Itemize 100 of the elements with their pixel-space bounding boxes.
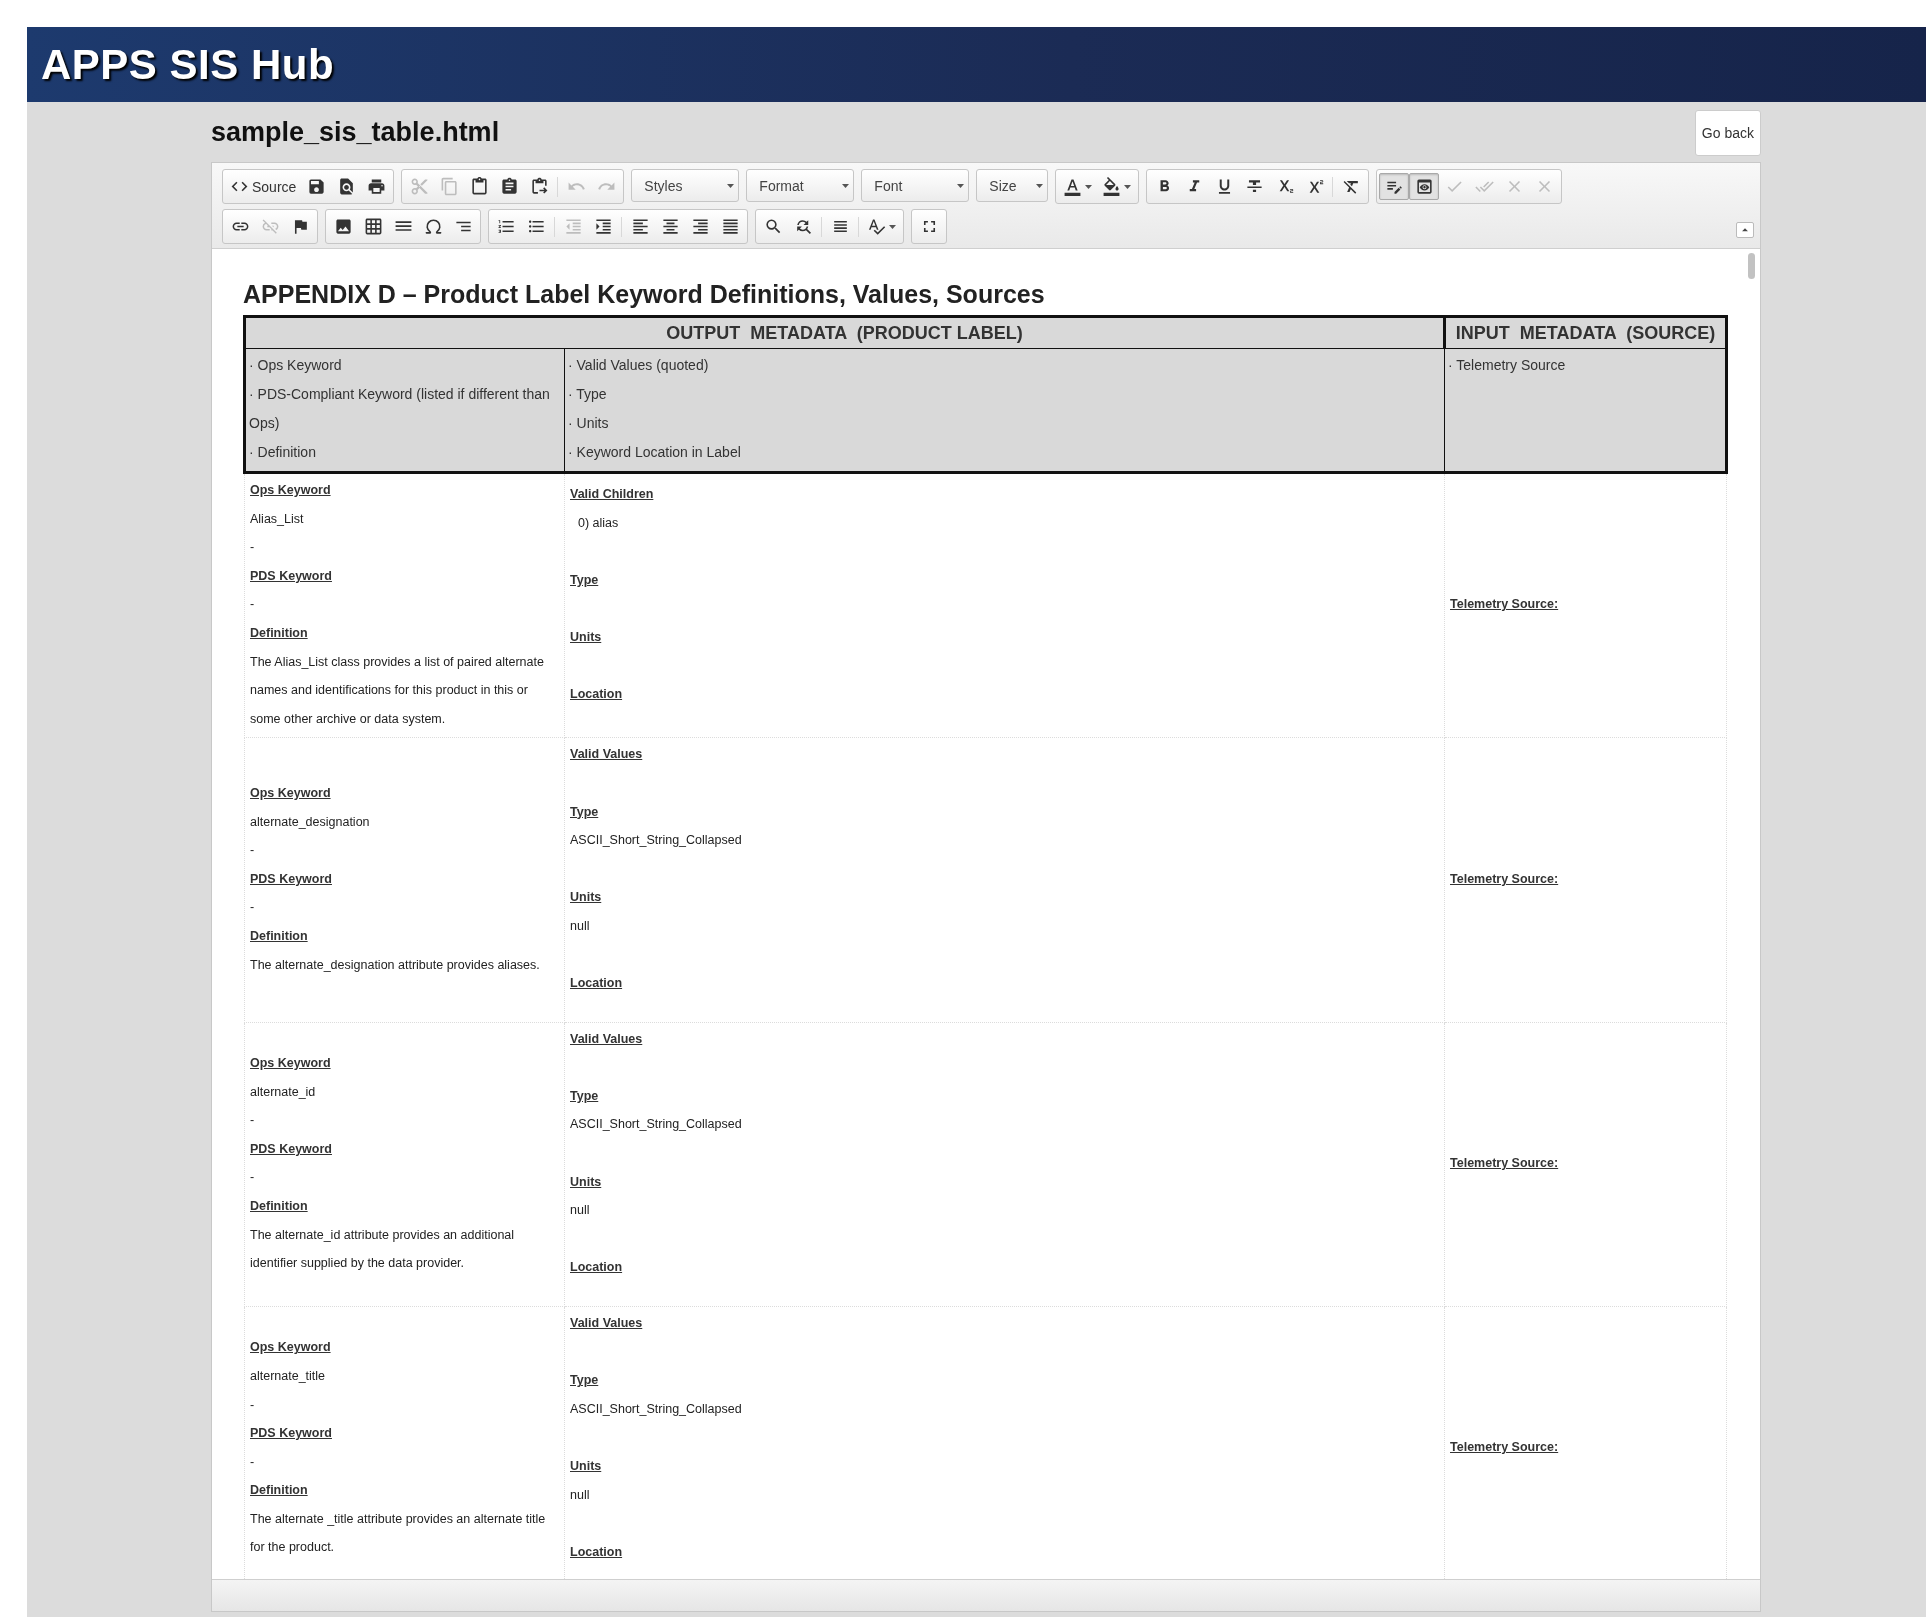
field-label: Definition (250, 1197, 309, 1215)
justify-icon (720, 217, 740, 236)
field-label: PDS Keyword (250, 870, 333, 888)
field-value: - (250, 1453, 256, 1471)
toolbar-dropdown[interactable]: Styles (631, 169, 740, 202)
field-label: Ops Keyword (250, 1339, 332, 1357)
spellcheck-icon (867, 217, 886, 236)
field-value: The Alias_List class provides a list of paired alternate names and identifications for this product in this or some other archive or data system. (250, 653, 545, 728)
field-value: The alternate_designation attribute provides aliases. (250, 956, 541, 974)
scrollbar-thumb[interactable] (1748, 253, 1755, 279)
field-label: Type (570, 1372, 600, 1390)
toolbar-dropdown[interactable]: Size (976, 169, 1049, 202)
legend-text: · Valid Values (quoted) (568, 356, 710, 375)
caret-icon (842, 183, 850, 188)
paste-word-icon (529, 177, 549, 196)
back-button[interactable]: Go back (1694, 110, 1761, 156)
field-value: 0) alias (577, 514, 620, 532)
numbered-list-icon (496, 217, 516, 236)
text-color-icon (1063, 177, 1083, 196)
field-value: - (250, 1112, 256, 1130)
field-label: Units (570, 889, 603, 907)
file-name: sample_sis_table.html (211, 116, 500, 148)
field-label: Location (570, 1543, 624, 1561)
source-label: Telemetry Source: (1450, 1155, 1560, 1173)
field-label: Units (570, 1458, 603, 1475)
image-icon (333, 217, 353, 236)
field-label: Units (570, 629, 603, 647)
indent-icon (593, 217, 613, 236)
field-label: Ops Keyword (250, 784, 332, 802)
print-icon (366, 177, 386, 196)
align-right-icon (690, 217, 710, 236)
field-value: ASCII_Short_String_Collapsed (570, 832, 743, 850)
field-value: - (250, 842, 256, 860)
legend-text: · Keyword Location in Label (568, 443, 742, 462)
field-label: Definition (250, 624, 309, 642)
source-button[interactable]: Source (225, 173, 302, 200)
field-value: - (250, 899, 256, 917)
field-label: Type (570, 803, 600, 821)
cut-icon (409, 177, 429, 196)
omega-icon (423, 217, 443, 236)
field-value: - (250, 1169, 256, 1187)
background-color-icon (1102, 177, 1122, 196)
field-label: Valid Values (570, 746, 644, 764)
toolbar-dropdown[interactable]: Format (746, 169, 855, 202)
caret-icon (1124, 184, 1132, 189)
field-label: Location (570, 975, 624, 993)
field-value: null (570, 1202, 591, 1220)
field-label: Ops Keyword (250, 1055, 332, 1072)
toolbar-dropdown[interactable]: Font (861, 169, 970, 202)
table-icon (363, 217, 383, 236)
paste-icon (469, 177, 489, 196)
source-label: Telemetry Source: (1450, 596, 1560, 614)
field-label: Definition (250, 1482, 309, 1500)
app-title: APPS SIS Hub (41, 40, 335, 89)
unlink-icon (260, 217, 280, 236)
legend-text: · PDS-Compliant Keyword (listed if different than Ops) (249, 385, 551, 433)
paste-text-icon (499, 177, 519, 196)
legend-text: · Type (568, 385, 608, 404)
field-label: Ops Keyword (250, 482, 332, 499)
eye-preview-icon (1414, 177, 1434, 196)
field-label: Type (570, 1087, 600, 1105)
save-icon (306, 177, 326, 196)
table-header: INPUT METADATA (SOURCE) (1444, 316, 1727, 349)
field-label: Valid Values (570, 1030, 644, 1048)
source-label: Telemetry Source: (1450, 1439, 1560, 1457)
field-label: Type (570, 572, 600, 590)
legend-text: · Telemetry Source (1448, 356, 1567, 375)
field-value: null (570, 1486, 591, 1504)
field-label: PDS Keyword (250, 1425, 333, 1443)
copy-icon (439, 177, 459, 196)
caret-icon (1085, 184, 1093, 189)
field-label: PDS Keyword (250, 1140, 333, 1158)
field-value: ASCII_Short_String_Collapsed (570, 1400, 743, 1418)
field-label: Definition (250, 927, 309, 945)
table-header: OUTPUT METADATA (PRODUCT LABEL) (244, 316, 1445, 349)
field-label: Location (570, 686, 624, 704)
eye-preview-button[interactable] (1409, 173, 1440, 200)
legend-text: · Definition (249, 443, 317, 462)
align-left-icon (630, 217, 650, 236)
field-label: Valid Children (570, 486, 655, 504)
field-label: PDS Keyword (250, 567, 333, 585)
field-value: - (250, 539, 256, 557)
field-value: Alias_List (250, 510, 305, 528)
caret-icon (957, 183, 965, 188)
search-icon (763, 217, 783, 236)
align-center-icon (660, 217, 680, 236)
field-value: alternate_title (250, 1367, 327, 1385)
caret-icon (727, 183, 735, 188)
source-label: Telemetry Source: (1450, 870, 1560, 888)
outdent-icon (563, 217, 583, 236)
field-value: ASCII_Short_String_Collapsed (570, 1116, 743, 1134)
caret-icon (1036, 183, 1044, 188)
field-value: alternate_id (250, 1083, 317, 1101)
document-heading: APPENDIX D – Product Label Keyword Definitions, Values, Sources (243, 280, 1046, 309)
field-value: - (250, 596, 256, 614)
field-label: Valid Values (570, 1315, 644, 1333)
pencil-note-button[interactable] (1379, 173, 1410, 200)
field-value: - (250, 1396, 256, 1414)
legend-text: · Ops Keyword (249, 356, 343, 375)
field-label: Location (570, 1259, 624, 1277)
